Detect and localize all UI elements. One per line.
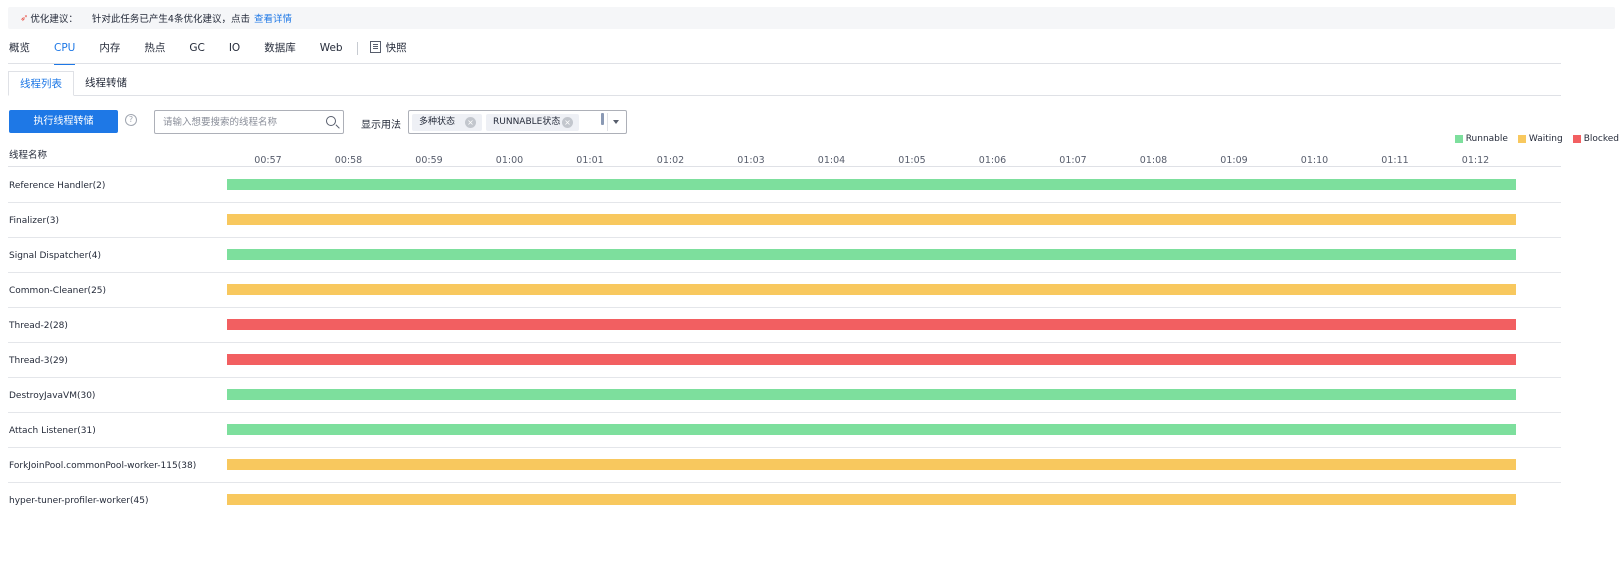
thread-name-label: hyper-tuner-profiler-worker(45) [9, 496, 148, 506]
time-tick-label: 00:57 [254, 155, 281, 166]
time-tick-label: 01:04 [818, 155, 845, 166]
thread-name-label: Attach Listener(31) [9, 426, 96, 436]
time-tick-label: 01:07 [1059, 155, 1086, 166]
time-tick-label: 01:09 [1220, 155, 1247, 166]
thread-state-bar [227, 494, 1516, 505]
time-tick-label: 01:03 [737, 155, 764, 166]
thread-name-label: Thread-2(28) [8, 321, 68, 331]
time-tick-label: 01:00 [496, 155, 523, 166]
time-tick-label: 01:06 [979, 155, 1006, 166]
time-tick-label: 01:08 [1140, 155, 1167, 166]
thread-state-bar [227, 389, 1516, 400]
time-tick-label: 01:02 [657, 155, 684, 166]
thread-name-label: Signal Dispatcher(4) [9, 251, 101, 261]
thread-state-bar [227, 214, 1516, 225]
thread-timeline-chart: 线程名称 00:57 00:58 00:59 01:00 01:01 01:02 01:03 0… [8, 149, 1561, 506]
time-tick-label: 01:05 [898, 155, 925, 166]
thread-state-bar [227, 319, 1516, 330]
time-tick-label: 01:12 [1462, 155, 1489, 166]
thread-state-bar [227, 354, 1516, 365]
thread-name-label: Reference Handler(2) [9, 181, 105, 191]
tab-thread-list[interactable]: 线程列表 [8, 71, 74, 96]
thread-state-bar [227, 424, 1516, 435]
thread-name-label: Thread-3(29) [8, 356, 68, 366]
thread-name-label: DestroyJavaVM(30) [9, 391, 95, 401]
thread-state-bar [227, 249, 1516, 260]
time-tick-label: 01:01 [576, 155, 603, 166]
thread-state-bar [227, 459, 1516, 470]
thread-state-bar [227, 179, 1516, 190]
time-tick-label: 01:10 [1301, 155, 1328, 166]
thread-name-label: Finalizer(3) [9, 216, 59, 226]
time-tick-label: 00:59 [415, 155, 442, 166]
thread-state-bar [227, 284, 1516, 295]
time-tick-label: 00:58 [335, 155, 362, 166]
thread-name-column-header: 线程名称 [9, 149, 48, 161]
thread-name-label: Common-Cleaner(25) [9, 286, 106, 296]
time-tick-label: 01:11 [1381, 155, 1408, 166]
thread-name-label: ForkJoinPool.commonPool-worker-115(38) [9, 461, 196, 471]
